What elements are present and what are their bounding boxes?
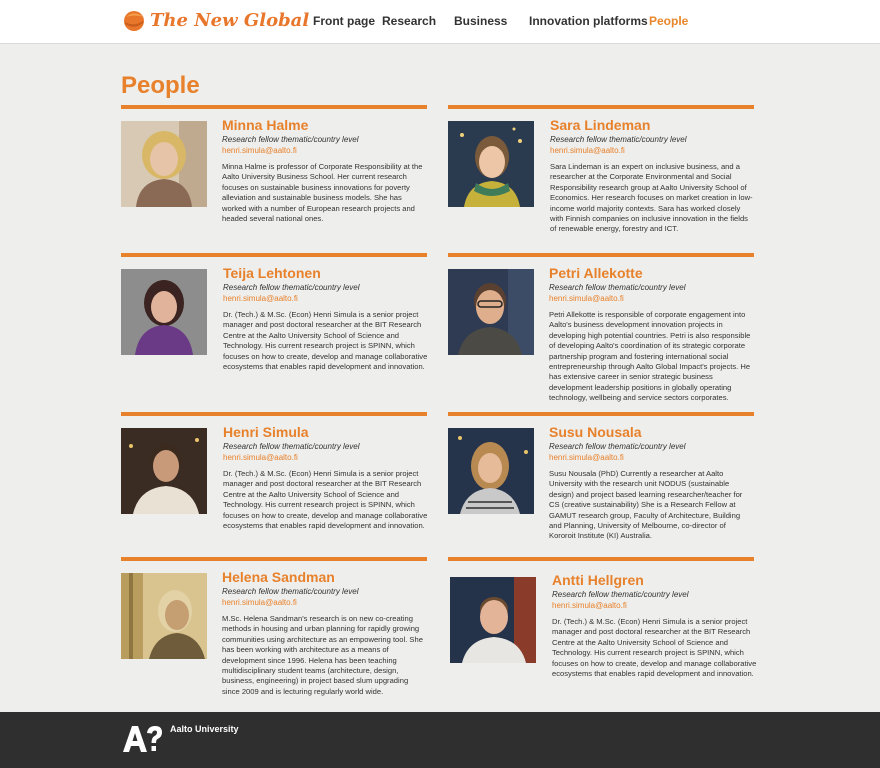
person-photo: [448, 269, 534, 355]
nav-people[interactable]: People: [649, 14, 688, 28]
person-info: Sara Lindeman Research fellow thematic/c…: [550, 117, 755, 235]
person-email-link[interactable]: henri.simula@aalto.fi: [222, 597, 427, 608]
person-name: Susu Nousala: [549, 424, 642, 440]
person-card: Teija Lehtonen Research fellow thematic/…: [121, 253, 427, 393]
person-email-link[interactable]: henri.simula@aalto.fi: [223, 452, 428, 463]
person-card: Henri Simula Research fellow thematic/co…: [121, 412, 427, 552]
person-info: Susu Nousala Research fellow thematic/co…: [549, 424, 754, 542]
person-email-link[interactable]: henri.simula@aalto.fi: [550, 145, 755, 156]
nav-innovation-platforms[interactable]: Innovation platforms: [529, 14, 648, 28]
person-photo: [121, 573, 207, 659]
nav-front-page[interactable]: Front page: [313, 14, 375, 28]
person-name: Sara Lindeman: [550, 117, 651, 133]
person-role: Research fellow thematic/country level: [223, 283, 360, 292]
person-info: Minna Halme Research fellow thematic/cou…: [222, 117, 427, 224]
person-card: Helena Sandman Research fellow thematic/…: [121, 557, 427, 697]
footer-university-name[interactable]: Aalto University: [170, 724, 239, 734]
person-email-link[interactable]: henri.simula@aalto.fi: [549, 293, 754, 304]
aalto-logo-icon[interactable]: [121, 724, 165, 754]
person-card: Antti Hellgren Research fellow thematic/…: [448, 557, 757, 697]
person-role: Research fellow thematic/country level: [550, 135, 687, 144]
person-card: Minna Halme Research fellow thematic/cou…: [121, 105, 427, 245]
person-role: Research fellow thematic/country level: [222, 587, 359, 596]
person-role: Research fellow thematic/country level: [549, 283, 686, 292]
person-name: Henri Simula: [223, 424, 309, 440]
person-photo: [448, 121, 534, 207]
person-photo: [450, 577, 536, 663]
site-footer: [0, 712, 880, 768]
person-email-link[interactable]: henri.simula@aalto.fi: [552, 600, 757, 611]
person-bio: M.Sc. Helena Sandman's research is on ne…: [222, 614, 423, 696]
person-email-link[interactable]: henri.simula@aalto.fi: [222, 145, 427, 156]
person-photo: [121, 121, 207, 207]
nav-research[interactable]: Research: [382, 14, 436, 28]
person-bio: Dr. (Tech.) & M.Sc. (Econ) Henri Simula …: [223, 310, 428, 372]
person-photo: [121, 428, 207, 514]
person-role: Research fellow thematic/country level: [549, 442, 686, 451]
person-name: Teija Lehtonen: [223, 265, 321, 281]
person-bio: Minna Halme is professor of Corporate Re…: [222, 162, 423, 224]
page-title: People: [121, 72, 200, 99]
person-bio: Susu Nousala (PhD) Currently a researche…: [549, 469, 743, 541]
site-header: The New Global Front page Research Busin…: [0, 0, 880, 44]
logo-text: The New Global: [150, 9, 310, 31]
nav-business[interactable]: Business: [454, 14, 507, 28]
person-card: Petri Allekotte Research fellow thematic…: [448, 253, 754, 402]
person-name: Antti Hellgren: [552, 572, 644, 588]
person-name: Helena Sandman: [222, 569, 335, 585]
person-info: Petri Allekotte Research fellow thematic…: [549, 265, 754, 404]
person-role: Research fellow thematic/country level: [552, 590, 689, 599]
person-info: Helena Sandman Research fellow thematic/…: [222, 569, 427, 697]
logo-mark-icon: [124, 11, 144, 31]
person-info: Teija Lehtonen Research fellow thematic/…: [223, 265, 428, 372]
person-name: Petri Allekotte: [549, 265, 643, 281]
person-card: Susu Nousala Research fellow thematic/co…: [448, 412, 754, 552]
person-email-link[interactable]: henri.simula@aalto.fi: [223, 293, 428, 304]
person-bio: Sara Lindeman is an expert on inclusive …: [550, 162, 753, 234]
person-photo: [121, 269, 207, 355]
person-info: Henri Simula Research fellow thematic/co…: [223, 424, 428, 531]
person-role: Research fellow thematic/country level: [222, 135, 359, 144]
person-bio: Dr. (Tech.) & M.Sc. (Econ) Henri Simula …: [223, 469, 428, 531]
person-role: Research fellow thematic/country level: [223, 442, 360, 451]
person-bio: Dr. (Tech.) & M.Sc. (Econ) Henri Simula …: [552, 617, 757, 679]
person-email-link[interactable]: henri.simula@aalto.fi: [549, 452, 754, 463]
person-info: Antti Hellgren Research fellow thematic/…: [552, 572, 757, 679]
site-logo[interactable]: The New Global: [122, 6, 309, 34]
person-photo: [448, 428, 534, 514]
person-name: Minna Halme: [222, 117, 309, 133]
person-bio: Petri Allekotte is responsible of corpor…: [549, 310, 751, 403]
person-card: Sara Lindeman Research fellow thematic/c…: [448, 105, 754, 245]
